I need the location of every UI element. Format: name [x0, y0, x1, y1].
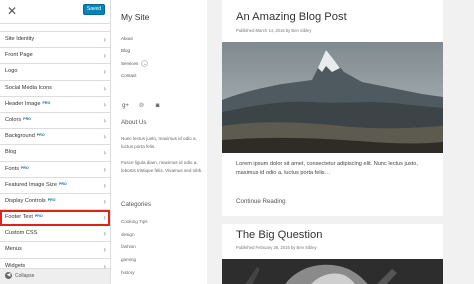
instagram-icon[interactable]: ◙ [153, 102, 162, 111]
menu-item-label: Site Identity [5, 36, 35, 42]
post-excerpt: Lorem ipsum dolor sit amet, consectetur … [236, 161, 418, 176]
about-widget-text-2: Fusce ligula diam, maximus id odio a, lo… [121, 160, 203, 173]
chevron-right-icon: › [103, 196, 106, 206]
category-link[interactable]: gaming [121, 257, 136, 262]
menu-item-label: Front Page [5, 52, 33, 59]
collapse-button[interactable]: ◀ Collapse [0, 268, 110, 284]
menu-item-site-identity[interactable]: Site Identity › [0, 32, 110, 49]
chevron-right-icon: › [103, 213, 106, 223]
menu-item-label: Featured Image Size [5, 181, 57, 188]
featured-image[interactable] [222, 42, 443, 153]
pro-badge: PRO [36, 133, 45, 138]
customizer-panel: ✕ Saved Site Identity › Front Page › Logo ›… [0, 0, 111, 284]
menu-item-label: Colors [5, 116, 22, 123]
chevron-right-icon: › [103, 83, 106, 93]
menu-item-display-controls[interactable]: Display Controls PRO › [0, 193, 110, 211]
dark-photo [222, 259, 443, 284]
site-sidebar: My Site About Blog Services ⌄ Contact g+ ℗… [111, 0, 207, 284]
chevron-right-icon: › [103, 51, 106, 61]
chevron-right-icon: › [103, 229, 106, 239]
blog-main: An Amazing Blog Post Published March 14,… [207, 0, 474, 284]
menu-item-custom-css[interactable]: Custom CSS › [0, 226, 110, 243]
menu-item-footer-text[interactable]: Footer Text PRO › [0, 210, 110, 227]
categories-widget-title: Categories [121, 201, 151, 208]
continue-reading-link[interactable]: Continue Reading [236, 198, 286, 205]
menu-item-label: Display Controls [5, 197, 46, 204]
pro-badge: PRO [23, 116, 31, 121]
menu-item-background[interactable]: Background PRO › [0, 129, 110, 146]
menu-item-label: Menus [5, 246, 22, 253]
pro-badge: PRO [42, 100, 51, 105]
pro-badge: PRO [47, 197, 56, 202]
menu-item-label: Fonts [5, 165, 19, 172]
menu-item-menus[interactable]: Menus › [0, 242, 110, 259]
chevron-right-icon: › [103, 132, 106, 142]
menu-item-logo[interactable]: Logo › [0, 64, 110, 81]
menu-item-fonts[interactable]: Fonts PRO › [0, 161, 110, 178]
category-link[interactable]: fashion [121, 244, 136, 249]
customizer-title-bar [0, 24, 110, 32]
category-link[interactable]: history [121, 270, 135, 275]
save-button[interactable]: Saved [83, 4, 105, 15]
customizer-header: ✕ Saved [0, 0, 110, 24]
close-icon[interactable]: ✕ [5, 4, 19, 18]
menu-item-blog[interactable]: Blog › [0, 145, 110, 162]
menu-item-label: Blog [5, 149, 17, 156]
menu-item-colors[interactable]: Colors PRO › [0, 112, 110, 130]
nav-link-blog[interactable]: Blog [121, 48, 130, 53]
chevron-right-icon: › [103, 245, 106, 255]
menu-item-label: Background [5, 133, 35, 140]
pinterest-icon[interactable]: ℗ [137, 102, 146, 111]
nav-link-label: Services [121, 61, 139, 66]
menu-item-label: Logo [5, 68, 18, 75]
menu-item-social-media-icons[interactable]: Social Media Icons › [0, 80, 110, 97]
menu-item-label: Social Media Icons [5, 84, 52, 91]
menu-item-label: Footer Text [5, 214, 33, 221]
menu-item-featured-image-size[interactable]: Featured Image Size PRO › [0, 177, 110, 194]
category-link[interactable]: design [121, 232, 135, 237]
chevron-right-icon: › [103, 148, 106, 158]
chevron-right-icon: › [103, 164, 106, 174]
pro-badge: PRO [34, 214, 43, 219]
chevron-right-icon: › [103, 115, 106, 125]
nav-link-contact[interactable]: Contact [121, 73, 137, 78]
nav-link-services[interactable]: Services ⌄ [121, 60, 149, 67]
post-title[interactable]: The Big Question [236, 229, 322, 241]
chevron-right-icon: › [103, 67, 106, 77]
nav-link-about[interactable]: About [121, 36, 133, 41]
post-title[interactable]: An Amazing Blog Post [236, 11, 347, 23]
category-link[interactable]: Cooking Tips [121, 219, 148, 224]
collapse-icon: ◀ [5, 272, 12, 280]
menu-item-label: Header Image [5, 100, 41, 107]
about-widget-text-1: Nunc lectus justo, maximus id odio a, lu… [121, 136, 197, 149]
mountain-photo [222, 42, 443, 153]
menu-item-header-image[interactable]: Header Image PRO › [0, 96, 110, 113]
collapse-label: Collapse [15, 273, 35, 279]
chevron-down-icon[interactable]: ⌄ [141, 60, 149, 67]
google-plus-icon[interactable]: g+ [121, 102, 130, 111]
chevron-right-icon: › [103, 35, 106, 44]
menu-item-front-page[interactable]: Front Page › [0, 48, 110, 65]
menu-item-label: Custom CSS [5, 230, 38, 237]
site-title[interactable]: My Site [121, 12, 149, 22]
pro-badge: PRO [58, 181, 67, 186]
chevron-right-icon: › [103, 99, 106, 109]
post-meta: Published March 14, 2016 by Ben Sibley [236, 28, 312, 33]
about-widget-title: About Us [121, 119, 147, 126]
pro-badge: PRO [21, 165, 29, 170]
post-meta: Published February 26, 2016 by Ben Sible… [236, 245, 317, 250]
chevron-right-icon: › [103, 180, 106, 190]
social-icons: g+ ℗ ◙ [121, 94, 169, 112]
featured-image[interactable] [222, 259, 443, 284]
